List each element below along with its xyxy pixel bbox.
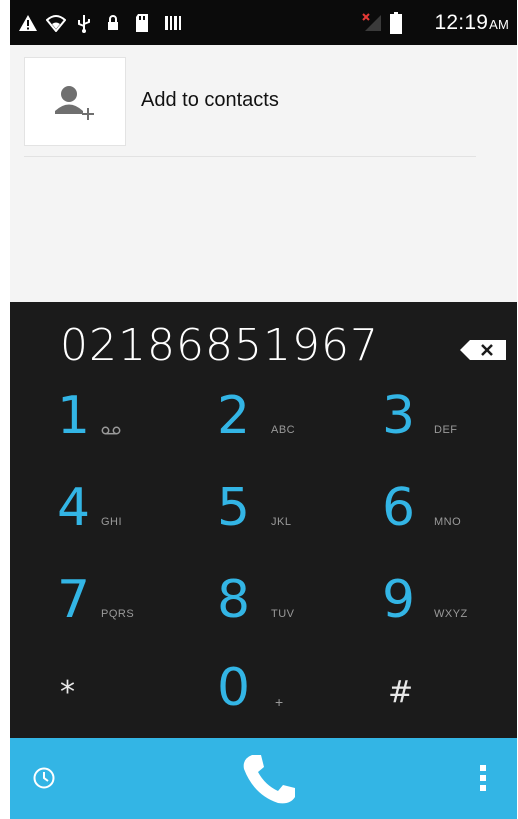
usb-icon bbox=[76, 12, 92, 34]
key-0[interactable]: 0 + bbox=[217, 654, 367, 718]
key-letters: JKL bbox=[271, 516, 292, 528]
key-letters: MNO bbox=[434, 516, 462, 528]
action-bar bbox=[10, 738, 517, 819]
key-letters: GHI bbox=[101, 516, 123, 528]
lock-icon bbox=[106, 12, 120, 34]
dialpad: 02186851967 1 2 ABC 3 DEF 4 GHI 5 JKL 6 … bbox=[10, 302, 517, 738]
key-digit: 2 bbox=[217, 386, 251, 446]
add-to-contacts-row[interactable]: Add to contacts bbox=[10, 45, 517, 158]
overflow-menu-button[interactable] bbox=[471, 762, 495, 794]
key-digit: 0 bbox=[217, 658, 251, 718]
key-digit: 1 bbox=[57, 386, 91, 446]
key-digit: 7 bbox=[57, 570, 91, 630]
dialed-number[interactable]: 02186851967 bbox=[60, 320, 379, 371]
key-star[interactable]: * bbox=[60, 654, 210, 718]
divider bbox=[24, 156, 476, 157]
key-hash[interactable]: # bbox=[388, 654, 517, 718]
warning-icon bbox=[18, 12, 38, 34]
key-7[interactable]: 7 PQRS bbox=[57, 566, 207, 630]
key-digit: 3 bbox=[382, 386, 416, 446]
add-contact-icon bbox=[55, 86, 94, 120]
voicemail-icon bbox=[101, 426, 121, 435]
status-clock: 12:19AM bbox=[434, 11, 509, 34]
key-2[interactable]: 2 ABC bbox=[217, 382, 367, 446]
key-digit: * bbox=[60, 675, 75, 710]
sd-card-icon bbox=[134, 12, 150, 34]
key-3[interactable]: 3 DEF bbox=[382, 382, 517, 446]
key-letters: + bbox=[275, 694, 284, 710]
key-4[interactable]: 4 GHI bbox=[57, 474, 207, 538]
key-digit: 4 bbox=[57, 478, 91, 538]
key-digit: 9 bbox=[382, 570, 416, 630]
key-8[interactable]: 8 TUV bbox=[217, 566, 367, 630]
barcode-icon bbox=[164, 12, 182, 34]
key-letters: DEF bbox=[434, 424, 458, 436]
call-history-button[interactable] bbox=[28, 762, 60, 794]
status-bar: 12:19AM bbox=[10, 0, 517, 45]
key-1[interactable]: 1 bbox=[57, 382, 207, 446]
key-digit: 6 bbox=[382, 478, 416, 538]
dialer-screen: 12:19AM Add to contacts 02186851967 1 2 … bbox=[10, 0, 517, 819]
key-9[interactable]: 9 WXYZ bbox=[382, 566, 517, 630]
key-6[interactable]: 6 MNO bbox=[382, 474, 517, 538]
key-letters: TUV bbox=[271, 608, 295, 620]
key-digit: 8 bbox=[217, 570, 251, 630]
call-button[interactable] bbox=[232, 748, 306, 810]
backspace-icon bbox=[460, 340, 506, 360]
overflow-menu-icon bbox=[480, 765, 486, 791]
key-letters: ABC bbox=[271, 424, 296, 436]
key-5[interactable]: 5 JKL bbox=[217, 474, 367, 538]
backspace-button[interactable] bbox=[460, 340, 506, 360]
no-signal-icon bbox=[361, 12, 383, 34]
key-digit: 5 bbox=[217, 478, 251, 538]
clock-icon bbox=[33, 767, 55, 789]
key-digit: # bbox=[388, 675, 414, 710]
wifi-icon bbox=[46, 12, 66, 34]
add-contact-avatar[interactable] bbox=[24, 57, 126, 146]
battery-icon bbox=[390, 12, 402, 34]
phone-icon bbox=[243, 755, 295, 804]
key-letters: PQRS bbox=[101, 608, 135, 620]
key-letters: WXYZ bbox=[434, 608, 468, 620]
add-to-contacts-label: Add to contacts bbox=[141, 89, 279, 111]
